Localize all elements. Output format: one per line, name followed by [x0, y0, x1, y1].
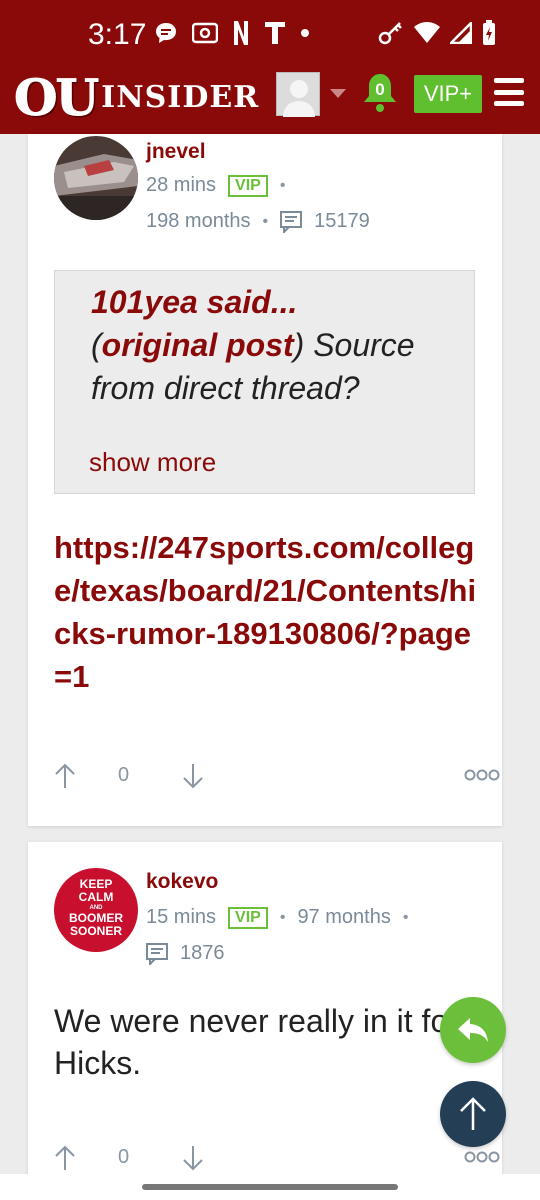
- user-avatar[interactable]: [276, 72, 320, 117]
- post-card: jnevel 28 mins VIP • 198 months • 15179 …: [28, 134, 502, 826]
- netflix-icon: [232, 20, 250, 46]
- comment-count-icon: [146, 942, 168, 966]
- battery-icon: [482, 20, 496, 46]
- more-options-button[interactable]: [464, 1150, 500, 1166]
- more-dots-icon: [464, 769, 500, 781]
- status-time: 3:17: [88, 18, 147, 51]
- meta-separator: •: [279, 908, 286, 926]
- avatar-line: CALM: [78, 890, 114, 904]
- post-author-avatar[interactable]: KEEP CALM AND BOOMER SOONER: [54, 868, 138, 952]
- post-meta-row: 28 mins VIP •: [146, 174, 285, 197]
- scroll-to-top-button[interactable]: [440, 1081, 506, 1147]
- arrow-down-icon: [183, 764, 203, 789]
- avatar-line: SOONER: [69, 924, 122, 938]
- post-meta-row-2: 1876: [146, 942, 225, 966]
- meta-separator: •: [262, 212, 269, 230]
- comment-count-icon: [280, 210, 303, 234]
- membership-length: 198 months: [146, 210, 251, 232]
- reply-arrow-icon: [458, 1018, 488, 1042]
- dot-icon: [300, 28, 310, 38]
- post-actions: 0: [54, 762, 500, 798]
- vote-count: 0: [118, 764, 130, 786]
- arrow-up-icon: [55, 763, 75, 788]
- post-card: KEEP CALM AND BOOMER SOONER kokevo 15 mi…: [28, 842, 502, 1182]
- vip-plus-button[interactable]: VIP+: [414, 75, 482, 113]
- menu-bar: [494, 78, 524, 83]
- quoted-post: 101yea said... (original post) Source fr…: [54, 270, 475, 494]
- quote-paren-close: ): [293, 327, 305, 363]
- quote-author[interactable]: 101yea said...: [91, 284, 297, 320]
- avatar-photo-icon: [54, 136, 138, 220]
- post-username[interactable]: jnevel: [146, 140, 206, 164]
- vip-badge: VIP: [228, 174, 268, 197]
- home-indicator[interactable]: [142, 1184, 398, 1190]
- logo-insider-text: INSIDER: [101, 79, 260, 115]
- status-icons-right: [378, 20, 496, 46]
- signal-icon: [450, 22, 472, 44]
- meta-separator: •: [402, 908, 409, 926]
- more-options-button[interactable]: [464, 768, 500, 784]
- chevron-down-icon[interactable]: [330, 89, 346, 98]
- more-dots-icon: [464, 1151, 500, 1163]
- menu-bar: [494, 89, 524, 95]
- t-icon: [264, 21, 286, 45]
- post-author-avatar[interactable]: [54, 136, 138, 220]
- app-header: OU INSIDER 0 VIP+: [0, 62, 540, 134]
- quote-paren-open: (: [91, 327, 102, 363]
- upvote-button[interactable]: [54, 1144, 76, 1172]
- logo-ou-text: OU: [13, 67, 99, 127]
- notifications-bell-button[interactable]: 0: [362, 70, 398, 118]
- arrow-up-icon: [460, 1097, 486, 1130]
- arrow-up-icon: [55, 1145, 75, 1170]
- hamburger-menu-button[interactable]: [494, 78, 524, 106]
- post-count: 15179: [314, 210, 370, 232]
- post-count: 1876: [180, 942, 225, 964]
- arrow-down-icon: [183, 1146, 203, 1171]
- key-icon: [378, 21, 404, 45]
- post-meta-row-2: 198 months • 15179: [146, 210, 370, 234]
- vip-badge: VIP: [228, 906, 268, 929]
- status-icons-left: [154, 20, 310, 46]
- post-meta-row: 15 mins VIP • 97 months •: [146, 906, 408, 929]
- meta-separator: •: [279, 176, 286, 194]
- reply-fab-button[interactable]: [440, 997, 506, 1063]
- downvote-button[interactable]: [182, 762, 204, 790]
- wifi-icon: [414, 22, 440, 44]
- original-post-link[interactable]: original post: [102, 327, 294, 363]
- post-body: We were never really in it for Hicks.: [54, 1003, 459, 1081]
- chat-bubble-icon: [154, 21, 178, 45]
- user-placeholder-icon: [283, 80, 315, 117]
- post-username[interactable]: kokevo: [146, 870, 218, 894]
- downvote-button[interactable]: [182, 1144, 204, 1172]
- site-logo[interactable]: OU INSIDER: [13, 67, 260, 127]
- radio-icon: [192, 22, 218, 44]
- vote-count: 0: [118, 1146, 130, 1168]
- quote-text-block: 101yea said... (original post) Source fr…: [91, 281, 461, 410]
- post-time: 28 mins: [146, 174, 217, 196]
- menu-bar: [494, 101, 524, 106]
- show-more-link[interactable]: show more: [89, 447, 216, 478]
- membership-length: 97 months: [297, 906, 391, 928]
- avatar-text: KEEP CALM AND BOOMER SOONER: [54, 878, 138, 938]
- upvote-button[interactable]: [54, 762, 76, 790]
- post-time: 15 mins: [146, 906, 217, 928]
- status-bar: 3:17: [0, 0, 540, 62]
- post-external-link[interactable]: https://247sports.com/college/texas/boar…: [54, 526, 484, 698]
- notifications-count: 0: [375, 80, 385, 99]
